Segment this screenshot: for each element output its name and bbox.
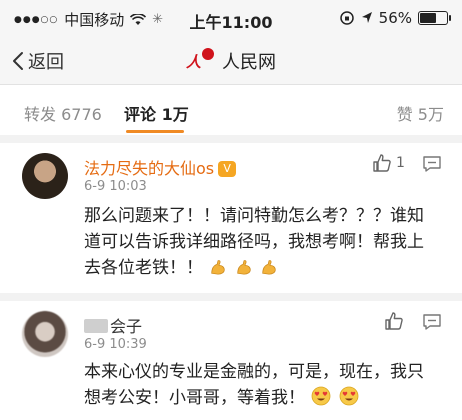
tab-like[interactable]: 赞 5万 [397, 101, 444, 125]
heart-eyes-icon [339, 386, 359, 406]
comment-text: 本来心仪的专业是金融的，可是，现在，我只想考公安！小哥哥，等着我！ [84, 359, 434, 411]
heart-eyes-icon [312, 386, 331, 406]
battery-icon [418, 11, 451, 25]
orientation-lock-icon [339, 11, 354, 25]
flexed-biceps-icon [262, 260, 276, 275]
comment-body: 那么问题来了！！请问特勤怎么考？？？谁知道可以告诉我详细路径吗，我想考啊！帮我上… [84, 206, 424, 278]
redacted-name-blur [84, 319, 108, 333]
flexed-biceps-icon [211, 260, 226, 275]
comment-date: 6-9 10:39 [84, 337, 147, 352]
battery-percent: 56% [378, 9, 412, 27]
comment-menu-button[interactable] [422, 313, 442, 335]
comment-body: 本来心仪的专业是金融的，可是，现在，我只想考公安！小哥哥，等着我！ [84, 362, 424, 408]
comment-item: 法力尽失的大仙os V 6-9 10:03 1 那么问题来了！！请问特勤怎么考？？… [0, 143, 462, 293]
username-text: 法力尽失的大仙os [84, 159, 215, 178]
tab-bar: 转发 6776 评论 1万 赞 5万 [0, 85, 462, 135]
like-count: 1 [396, 155, 405, 171]
comment-bubble-icon [423, 156, 441, 172]
people-daily-logo-icon: 人 [186, 48, 214, 74]
status-right-group: 56% [339, 9, 451, 27]
page-title: 人民网 [222, 52, 276, 73]
comment-bubble-icon [423, 314, 441, 330]
location-arrow-icon [361, 12, 372, 23]
avatar[interactable] [22, 153, 68, 199]
nav-title-group: 人 人民网 [0, 48, 462, 74]
vip-badge-icon: V [218, 161, 237, 177]
avatar[interactable] [22, 311, 68, 357]
comment-menu-button[interactable] [422, 155, 442, 177]
like-button[interactable] [384, 311, 404, 331]
comment-text: 那么问题来了！！请问特勤怎么考？？？谁知道可以告诉我详细路径吗，我想考啊！帮我上… [84, 203, 434, 281]
tab-comment[interactable]: 评论 1万 [124, 101, 189, 125]
flexed-biceps-icon [237, 260, 251, 275]
comment-divider [0, 293, 462, 301]
like-button[interactable]: 1 [372, 153, 405, 173]
comment-item: 会子 6-9 10:39 本来心仪的专业是金融的，可是，现在，我只想考公安！小哥… [0, 301, 462, 420]
tab-repost[interactable]: 转发 6776 [24, 101, 102, 125]
username-text: 会子 [110, 317, 143, 336]
section-divider [0, 135, 462, 143]
comment-username[interactable]: 会子 [84, 313, 142, 337]
thumbs-up-icon [373, 154, 391, 172]
nav-bar: 返回 人 人民网 [0, 38, 462, 85]
comment-date: 6-9 10:03 [84, 179, 147, 194]
thumbs-up-icon [385, 312, 403, 330]
active-tab-indicator [126, 130, 184, 133]
status-bar: ●●●○○ 中国移动 ✳ 上午11:00 56% [0, 0, 462, 38]
comment-username[interactable]: 法力尽失的大仙os V [84, 155, 237, 179]
